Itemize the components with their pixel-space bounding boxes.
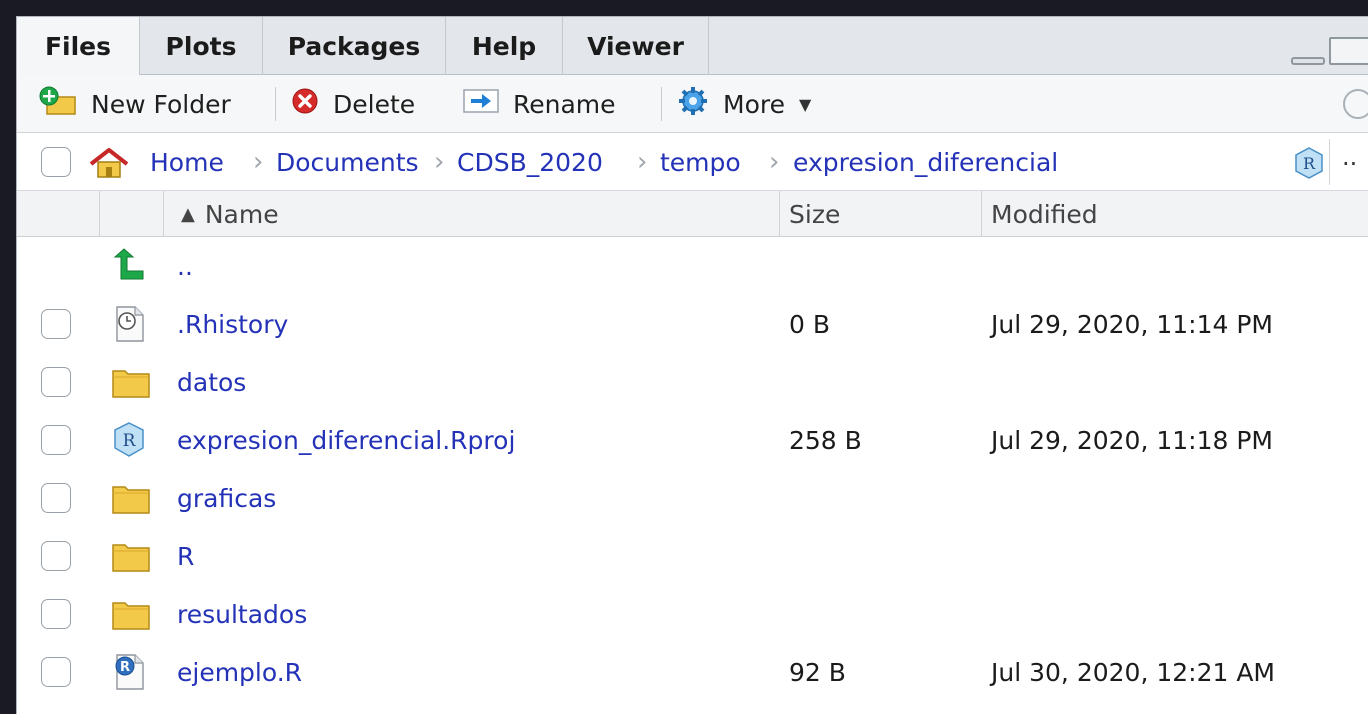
file-name[interactable]: resultados — [177, 585, 307, 643]
breadcrumb-separator: › — [637, 147, 648, 177]
file-modified: Jul 29, 2020, 11:14 PM — [991, 309, 1273, 339]
up-arrow-icon — [109, 247, 153, 285]
sort-ascending-icon: ▲ — [181, 203, 195, 225]
breadcrumb-separator: › — [769, 147, 780, 177]
file-name[interactable]: graficas — [177, 469, 276, 527]
file-size: 0 B — [789, 309, 831, 339]
files-pane: Files Plots Packages Help Viewer New Fol… — [16, 16, 1368, 714]
r-script-icon: R — [109, 653, 153, 691]
breadcrumb-separator: › — [434, 147, 445, 177]
row-checkbox[interactable] — [41, 599, 71, 629]
breadcrumb-home[interactable]: Home — [150, 133, 224, 191]
column-header-size[interactable]: Size — [789, 191, 840, 237]
delete-icon — [291, 87, 319, 121]
list-item[interactable]: datos — [17, 353, 1368, 411]
column-divider — [779, 191, 780, 237]
column-divider — [163, 191, 164, 237]
list-item[interactable]: resultados — [17, 585, 1368, 643]
more-label: More — [723, 89, 785, 119]
file-name[interactable]: expresion_diferencial.Rproj — [177, 411, 515, 469]
toolbar-separator — [275, 87, 276, 121]
rename-icon — [463, 87, 499, 121]
tab-help[interactable]: Help — [446, 17, 563, 75]
breadcrumb: Home › Documents › CDSB_2020 › tempo › e… — [17, 133, 1368, 191]
folder-icon — [109, 537, 153, 575]
rename-button[interactable]: Rename — [463, 75, 616, 133]
tab-plots[interactable]: Plots — [140, 17, 263, 75]
list-item[interactable]: R expresion_diferencial.Rproj 258 B Jul … — [17, 411, 1368, 469]
svg-text:R: R — [123, 431, 137, 451]
new-folder-icon — [39, 86, 77, 122]
folder-icon — [109, 595, 153, 633]
row-checkbox[interactable] — [41, 309, 71, 339]
file-size: 92 B — [789, 657, 846, 687]
column-header-name-label: Name — [204, 199, 279, 229]
select-all-checkbox[interactable] — [41, 147, 71, 177]
row-checkbox[interactable] — [41, 483, 71, 513]
file-modified: Jul 29, 2020, 11:18 PM — [991, 425, 1273, 455]
rename-label: Rename — [513, 89, 616, 119]
gear-icon — [677, 85, 709, 123]
delete-button[interactable]: Delete — [291, 75, 415, 133]
minimize-pane-icon[interactable] — [1291, 57, 1325, 65]
breadcrumb-cdsb-2020[interactable]: CDSB_2020 — [457, 133, 603, 191]
column-divider — [981, 191, 982, 237]
chevron-down-icon: ▼ — [798, 94, 812, 114]
browse-path-button[interactable]: .. — [1329, 139, 1368, 185]
folder-icon — [109, 479, 153, 517]
tab-files[interactable]: Files — [17, 17, 140, 76]
maximize-pane-icon[interactable] — [1329, 37, 1368, 65]
new-folder-label: New Folder — [91, 89, 231, 119]
delete-label: Delete — [333, 89, 416, 119]
tab-bar: Files Plots Packages Help Viewer — [17, 17, 1368, 76]
column-header-modified[interactable]: Modified — [991, 191, 1098, 237]
file-name[interactable]: datos — [177, 353, 246, 411]
svg-text:R: R — [120, 660, 130, 675]
rproj-icon[interactable]: R — [1294, 147, 1324, 183]
tab-viewer[interactable]: Viewer — [563, 17, 709, 75]
list-item[interactable]: R ejemplo.R 92 B Jul 30, 2020, 12:21 AM — [17, 643, 1368, 701]
rproj-file-icon: R — [109, 421, 153, 459]
file-modified: Jul 30, 2020, 12:21 AM — [991, 657, 1275, 687]
row-checkbox[interactable] — [41, 541, 71, 571]
list-item[interactable]: R — [17, 527, 1368, 585]
breadcrumb-separator: › — [253, 147, 264, 177]
row-checkbox[interactable] — [41, 367, 71, 397]
column-divider — [99, 191, 100, 237]
breadcrumb-documents[interactable]: Documents — [276, 133, 419, 191]
home-icon[interactable] — [87, 147, 131, 183]
file-list-header: ▲ Name Size Modified — [17, 191, 1368, 237]
list-item[interactable]: graficas — [17, 469, 1368, 527]
tab-packages[interactable]: Packages — [263, 17, 446, 75]
files-toolbar: New Folder Delete Rename More ▼ — [17, 75, 1368, 133]
row-checkbox[interactable] — [41, 657, 71, 687]
file-name[interactable]: ejemplo.R — [177, 643, 302, 701]
svg-text:R: R — [1303, 154, 1316, 173]
list-item-parent-dir[interactable]: .. — [17, 237, 1368, 295]
toolbar-separator — [661, 87, 662, 121]
new-folder-button[interactable]: New Folder — [39, 75, 231, 133]
column-header-name[interactable]: ▲ Name — [181, 191, 279, 237]
history-file-icon — [109, 305, 153, 343]
breadcrumb-tempo[interactable]: tempo — [660, 133, 741, 191]
more-menu-button[interactable]: More ▼ — [677, 75, 811, 133]
file-size: 258 B — [789, 425, 862, 455]
file-name[interactable]: .. — [177, 237, 193, 295]
list-item[interactable]: .Rhistory 0 B Jul 29, 2020, 11:14 PM — [17, 295, 1368, 353]
file-name[interactable]: R — [177, 527, 194, 585]
breadcrumb-expresion-diferencial[interactable]: expresion_diferencial — [793, 133, 1058, 191]
folder-icon — [109, 363, 153, 401]
row-checkbox[interactable] — [41, 425, 71, 455]
refresh-icon[interactable] — [1343, 89, 1368, 119]
file-name[interactable]: .Rhistory — [177, 295, 288, 353]
